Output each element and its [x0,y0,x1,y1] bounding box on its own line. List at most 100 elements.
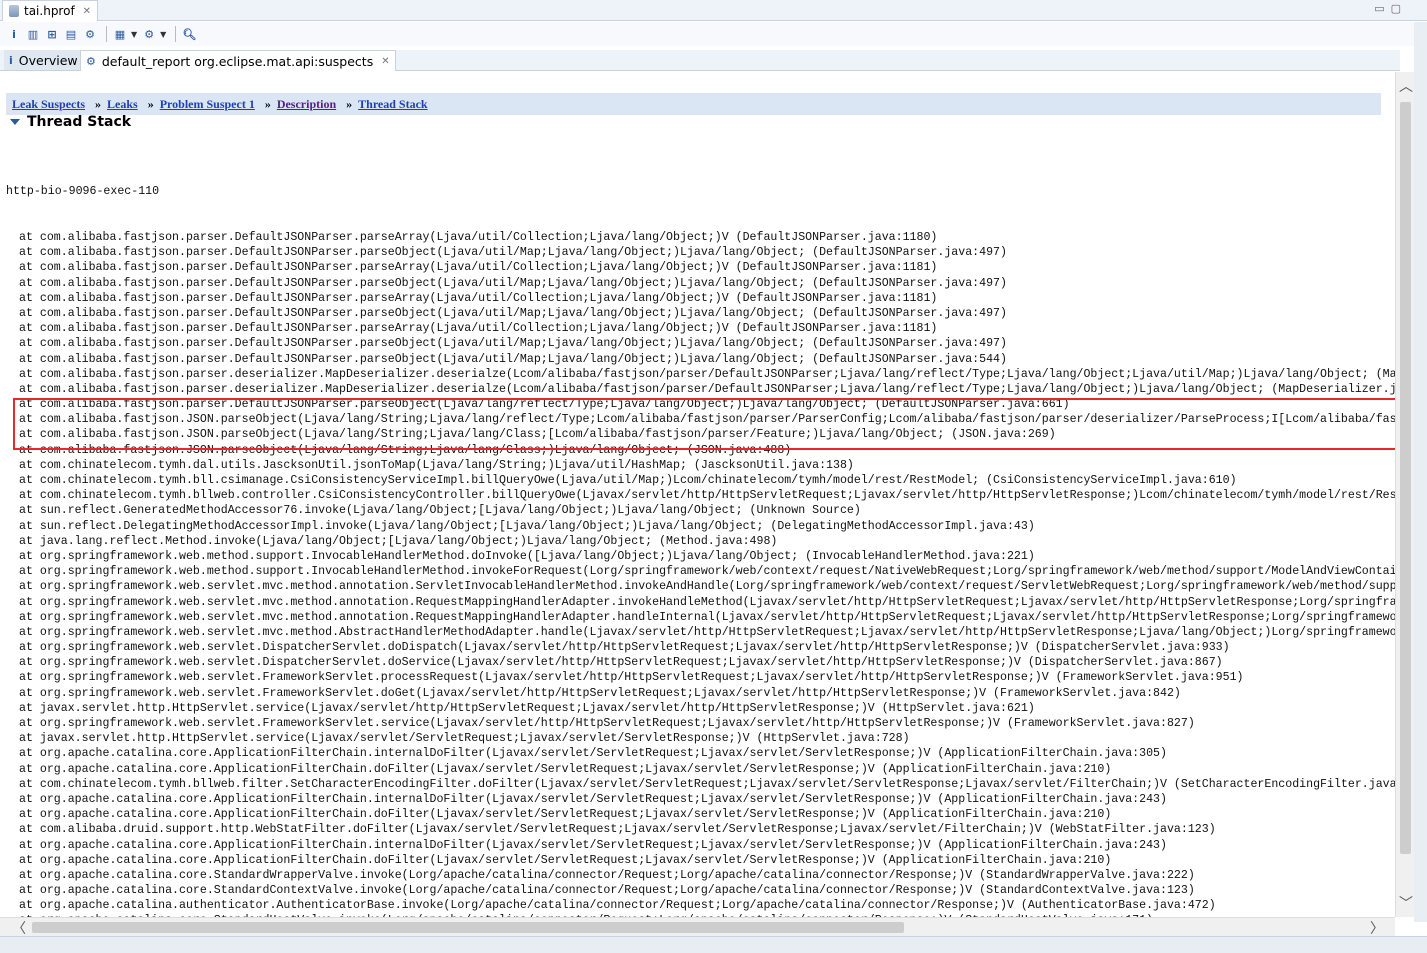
stack-frame: at org.apache.catalina.core.ApplicationF… [19,792,1167,806]
query-browser-icon[interactable]: ⚙ [141,26,157,42]
section-header[interactable]: Thread Stack [10,114,131,130]
database-icon [9,5,19,17]
stack-frame: at com.alibaba.fastjson.parser.deseriali… [19,367,1395,381]
breadcrumb-separator: » [147,96,154,111]
close-icon[interactable]: ✕ [83,6,91,17]
stack-frame: at com.alibaba.druid.support.http.WebSta… [19,823,1216,837]
stack-frame: at sun.reflect.DelegatingMethodAccessorI… [19,519,1035,533]
histogram-icon[interactable]: ▥ [25,26,41,42]
maximize-icon[interactable]: ▢ [1391,2,1407,15]
stack-frame: at com.alibaba.fastjson.parser.DefaultJS… [19,276,1007,290]
tab-default-report[interactable]: ⚙ default_report org.eclipse.mat.api:sus… [80,50,396,71]
report-content: Leak Suspects » Leaks » Problem Suspect … [0,72,1395,917]
stack-frame: at javax.servlet.http.HttpServlet.servic… [19,732,910,746]
stack-frame: at sun.reflect.GeneratedMethodAccessor76… [19,504,861,518]
stack-frame: at org.springframework.web.method.suppor… [19,549,1035,563]
info-icon: i [9,53,13,67]
stack-frame: at com.alibaba.fastjson.parser.DefaultJS… [19,306,1007,320]
horizontal-scrollbar[interactable]: 〈 〉 [0,917,1395,937]
stack-frame: at com.alibaba.fastjson.parser.DefaultJS… [19,261,938,275]
stack-frame: at com.alibaba.fastjson.parser.DefaultJS… [19,322,938,336]
stack-frame: at org.springframework.web.servlet.mvc.m… [19,595,1395,609]
stack-frame: at com.chinatelecom.tymh.bll.csimanage.C… [19,474,1237,487]
side-panel-strip [1414,22,1427,922]
stack-frame: at com.alibaba.fastjson.JSON.parseObject… [19,428,1056,442]
collapse-triangle-icon[interactable] [10,119,20,125]
status-bar [0,936,1427,953]
editor-tab-label: tai.hprof [24,4,75,18]
stack-frame: at com.alibaba.fastjson.parser.DefaultJS… [19,231,938,244]
thread-overview-icon[interactable]: ⚙ [82,26,98,42]
stack-frame: at org.apache.catalina.core.StandardWrap… [19,868,1195,882]
stack-frame: at org.apache.catalina.core.StandardCont… [19,884,1195,898]
tab-report-label: default_report org.eclipse.mat.api:suspe… [101,53,374,69]
close-icon[interactable]: ✕ [381,56,389,67]
vertical-scrollbar[interactable]: ︿ ﹀ [1395,72,1415,917]
run-report-icon[interactable]: ▦ [112,26,128,42]
stack-frame: at com.alibaba.fastjson.parser.DefaultJS… [19,291,938,305]
search-icon[interactable]: 🔍︎ [181,26,197,42]
stack-frame: at com.chinatelecom.tymh.bllweb.controll… [19,489,1395,503]
stack-frame: at com.alibaba.fastjson.JSON.parseObject… [19,443,792,457]
vertical-scroll-thumb[interactable] [1400,102,1411,854]
stack-frame: at org.apache.catalina.core.ApplicationF… [19,762,1112,776]
breadcrumb-leak-suspects[interactable]: Leak Suspects [12,97,85,112]
stack-frame: at com.alibaba.fastjson.parser.DefaultJS… [19,352,1007,366]
stack-frame: at org.springframework.web.servlet.mvc.m… [19,625,1395,639]
stack-frame: at com.alibaba.fastjson.parser.deseriali… [19,382,1395,396]
report-icon: ⚙ [86,54,96,68]
section-title: Thread Stack [27,114,132,130]
stack-frame: at com.alibaba.fastjson.parser.DefaultJS… [19,337,1007,351]
toolbar-separator [106,26,107,42]
thread-name: http-bio-9096-exec-110 [6,185,160,199]
breadcrumb-problem-suspect[interactable]: Problem Suspect 1 [160,97,255,112]
editor-tab-hprof[interactable]: tai.hprof ✕ [2,0,99,21]
toolbar: i ▥ ⊞ ▤ ⚙ ▦ ▼ ⚙ ▼ 🔍︎ [0,22,1427,46]
horizontal-scroll-thumb[interactable] [32,922,904,933]
breadcrumb-separator: » [264,96,271,111]
chevron-down-icon[interactable]: ▼ [131,30,137,39]
dominator-tree-icon[interactable]: ⊞ [44,26,60,42]
stack-frame: at org.apache.catalina.core.ApplicationF… [19,838,1167,852]
stack-frame: at org.springframework.web.servlet.Dispa… [19,656,1223,670]
oql-icon[interactable]: ▤ [63,26,79,42]
stack-frame: at com.chinatelecom.tymh.dal.utils.Jasck… [19,458,854,472]
stack-frame: at javax.servlet.http.HttpServlet.servic… [19,701,1035,715]
breadcrumb-separator: » [346,96,353,111]
stack-frame: at org.apache.catalina.core.ApplicationF… [19,747,1167,761]
chevron-down-icon[interactable]: ▼ [160,30,166,39]
stack-frame: at org.springframework.web.method.suppor… [19,565,1395,579]
breadcrumb-leaks[interactable]: Leaks [107,97,138,112]
breadcrumb: Leak Suspects » Leaks » Problem Suspect … [6,93,1381,115]
stack-frame: at org.springframework.web.servlet.Frame… [19,686,1181,700]
stack-frame: at org.springframework.web.servlet.Dispa… [19,641,1230,655]
report-tab-bar: i Overview ⚙ default_report org.eclipse.… [0,50,1400,71]
tab-overview-label: Overview [18,52,78,68]
stack-frame: at org.apache.catalina.core.ApplicationF… [19,853,1112,867]
breadcrumb-separator: » [95,96,102,111]
breadcrumb-description[interactable]: Description [277,97,336,112]
window-controls: ▭▢ [1374,2,1407,15]
stack-frame: at org.apache.catalina.authenticator.Aut… [19,899,1216,913]
stack-frame: at org.apache.catalina.core.ApplicationF… [19,808,1112,822]
breadcrumb-thread-stack[interactable]: Thread Stack [358,97,427,112]
stack-frame: at java.lang.reflect.Method.invoke(Ljava… [19,534,778,548]
stack-frame: at com.alibaba.fastjson.parser.DefaultJS… [19,246,1007,260]
stack-frame: at org.springframework.web.servlet.Frame… [19,671,1244,685]
stack-frame: at com.alibaba.fastjson.parser.DefaultJS… [19,398,1070,412]
scroll-right-icon[interactable]: 〉 [1370,918,1384,938]
scroll-down-icon[interactable]: ﹀ [1399,893,1413,913]
stack-frame: at org.springframework.web.servlet.Frame… [19,717,1195,730]
editor-tab-bar: tai.hprof ✕ ▭▢ [0,0,1427,21]
info-icon[interactable]: i [6,26,22,42]
stack-frame: at org.springframework.web.servlet.mvc.m… [19,580,1395,594]
tab-overview[interactable]: i Overview [4,50,84,70]
minimize-icon[interactable]: ▭ [1374,2,1390,15]
stack-frame: at com.alibaba.fastjson.JSON.parseObject… [19,413,1395,427]
scroll-left-icon[interactable]: 〈 [12,918,26,938]
stack-frame: at com.chinatelecom.tymh.bllweb.filter.S… [19,777,1395,791]
toolbar-separator [175,26,177,42]
scroll-up-icon[interactable]: ︿ [1399,76,1413,96]
thread-stack-trace: http-bio-9096-exec-110 at com.alibaba.fa… [6,154,1395,917]
stack-frame: at org.springframework.web.servlet.mvc.m… [19,610,1395,624]
